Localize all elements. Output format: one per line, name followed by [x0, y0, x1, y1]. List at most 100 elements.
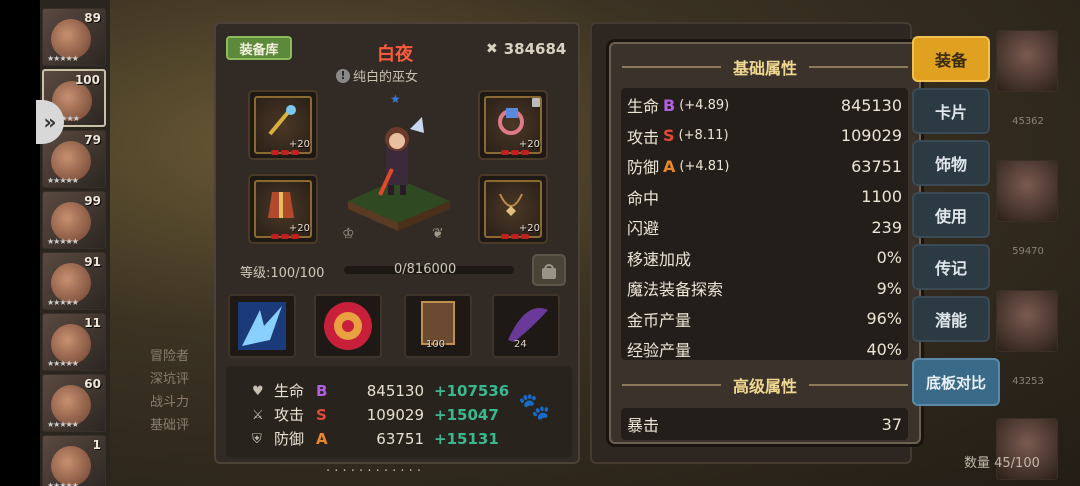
stat-value: 845130	[366, 381, 424, 400]
hero-level: 100	[74, 73, 100, 87]
menu-tab-1[interactable]: 卡片	[912, 88, 990, 134]
advanced-attr-row: 暴击 37	[627, 409, 902, 439]
combat-power: ✖ 384684	[486, 40, 566, 58]
attr-name: 移速加成	[627, 249, 692, 269]
hero-avatar	[51, 202, 91, 242]
basic-attributes-title: 基础属性	[733, 59, 798, 78]
stat-value: 63751	[376, 429, 424, 448]
roster-hero[interactable]: 60 ★★★★★	[42, 374, 106, 432]
basic-attr-row: 移速加成 0%	[627, 243, 902, 273]
enhance-level: +20	[288, 139, 310, 150]
hero-power: 59470	[1012, 246, 1044, 257]
basic-attr-row: 魔法装备探索 9%	[627, 273, 902, 303]
attr-value: 40%	[866, 339, 902, 359]
stat-grade: A	[316, 429, 328, 448]
weapon-slot[interactable]: +20	[248, 90, 318, 160]
menu-tab-5[interactable]: 潜能	[912, 296, 990, 342]
hero-roster[interactable]: 89 ★★★★★ 100 ★★★★★ 79 ★★★★★ 99 ★★★★★ 91 ★★★★★ 11 ★★…	[40, 0, 110, 486]
attr-grade: B	[663, 95, 676, 115]
paw-icon[interactable]: 🐾	[518, 392, 554, 428]
skill-slot-3[interactable]: 100	[404, 294, 472, 358]
attr-value: 0%	[876, 248, 902, 267]
star-rating: ★★★★★	[47, 237, 79, 246]
hero-level: 60	[84, 377, 101, 391]
hero-portrait[interactable]	[996, 160, 1058, 222]
left-edge	[0, 0, 40, 486]
attr-value: 96%	[866, 309, 902, 328]
character-title-text: 纯白的巫女	[353, 70, 419, 85]
pet-icon[interactable]: ❦	[432, 226, 444, 242]
roster-hero[interactable]: 91 ★★★★★	[42, 252, 106, 310]
level-label: 等级:100/100	[240, 266, 325, 281]
stat-icon: ⚔	[252, 407, 264, 423]
equipment-library-button[interactable]: 装备库	[226, 36, 292, 60]
star-rating: ★★★★★	[47, 176, 79, 185]
star-icon: ★	[390, 92, 401, 106]
star-rating: ★★★★★	[47, 481, 79, 486]
bottom-tip: · · · · · · · · · · · ·	[326, 464, 422, 479]
hero-level: 1	[92, 438, 101, 452]
hero-portrait[interactable]	[996, 290, 1058, 352]
stat-grade: B	[316, 381, 328, 400]
hero-level: 79	[84, 133, 101, 147]
info-icon[interactable]: !	[336, 68, 350, 83]
ring-icon	[498, 108, 524, 135]
menu-tab-2[interactable]: 饰物	[912, 140, 990, 186]
attr-grade: S	[663, 126, 675, 145]
ice-shard-icon	[238, 302, 286, 350]
enhance-level: +20	[288, 223, 310, 234]
skill-slot-2[interactable]	[314, 294, 382, 358]
basic-attr-row: 命中 1100	[627, 182, 902, 212]
attr-name: 生命	[627, 97, 660, 116]
lock-button[interactable]	[532, 254, 566, 286]
ring-slot[interactable]: +20	[478, 90, 548, 160]
hero-avatar	[51, 446, 91, 486]
hero-avatar	[51, 385, 91, 425]
basic-attr-row: 金币产量 96%	[627, 304, 902, 334]
hero-level: 91	[84, 255, 101, 269]
stat-row: ♥ 生命 B 845130 +107536	[252, 380, 509, 401]
roster-hero[interactable]: 89 ★★★★★	[42, 8, 106, 66]
stat-label: 生命	[274, 382, 305, 400]
hero-level: 99	[84, 194, 101, 208]
basic-attr-row: 经验产量 40%	[627, 334, 902, 364]
game-screen: 89★★★★★ 100 ★★★★★ 79 ★★★★★ 99 ★★★★★ 91 ★★★★★ 11★★…	[0, 0, 1080, 486]
attr-name: 魔法装备探索	[627, 280, 724, 299]
roster-hero[interactable]: 11 ★★★★★	[42, 313, 106, 371]
item-count: 24	[514, 339, 527, 350]
advanced-attributes-title: 高级属性	[733, 377, 798, 396]
skill-slot-4[interactable]: 24	[492, 294, 560, 358]
staff-icon	[268, 105, 296, 136]
stat-icon: ♥	[252, 383, 264, 399]
stat-bonus: +15047	[434, 405, 499, 424]
stat-bonus: +107536	[434, 381, 510, 400]
compare-button[interactable]: 底板对比	[912, 358, 1000, 406]
star-rating: ★★★★★	[47, 298, 79, 307]
attr-increment: (+4.89)	[679, 97, 730, 113]
attr-increment: (+8.11)	[678, 128, 729, 143]
attr-value: 37	[881, 414, 902, 434]
attr-increment: (+4.81)	[679, 158, 730, 174]
basic-attr-row: 防御 A (+4.81) 63751	[627, 151, 902, 181]
menu-tab-0[interactable]: 装备	[912, 36, 990, 82]
hero-avatar	[51, 19, 91, 59]
attr-value: 1100	[861, 187, 902, 206]
hero-level: 89	[84, 11, 101, 25]
attr-value: 109029	[840, 126, 902, 145]
roster-hero[interactable]: 1 ★★★★★	[42, 435, 106, 486]
necklace-slot[interactable]: +20	[478, 174, 548, 244]
character-name: 白夜	[377, 44, 413, 65]
hero-portrait[interactable]	[996, 30, 1058, 92]
attr-name: 攻击	[627, 127, 660, 147]
roster-hero[interactable]: 99 ★★★★★	[42, 191, 106, 249]
roster-count: 数量 45/100	[964, 456, 1040, 471]
skill-slot-1[interactable]	[228, 294, 296, 358]
menu-tab-4[interactable]: 传记	[912, 244, 990, 290]
menu-tab-3[interactable]: 使用	[912, 192, 990, 238]
attr-name: 金币产量	[627, 310, 692, 330]
costume-icon[interactable]: ♔	[342, 226, 355, 242]
robe-icon	[268, 192, 294, 218]
xp-label: 0/816000	[394, 262, 457, 277]
armor-slot[interactable]: +20	[248, 174, 318, 244]
attr-grade: A	[663, 156, 676, 176]
